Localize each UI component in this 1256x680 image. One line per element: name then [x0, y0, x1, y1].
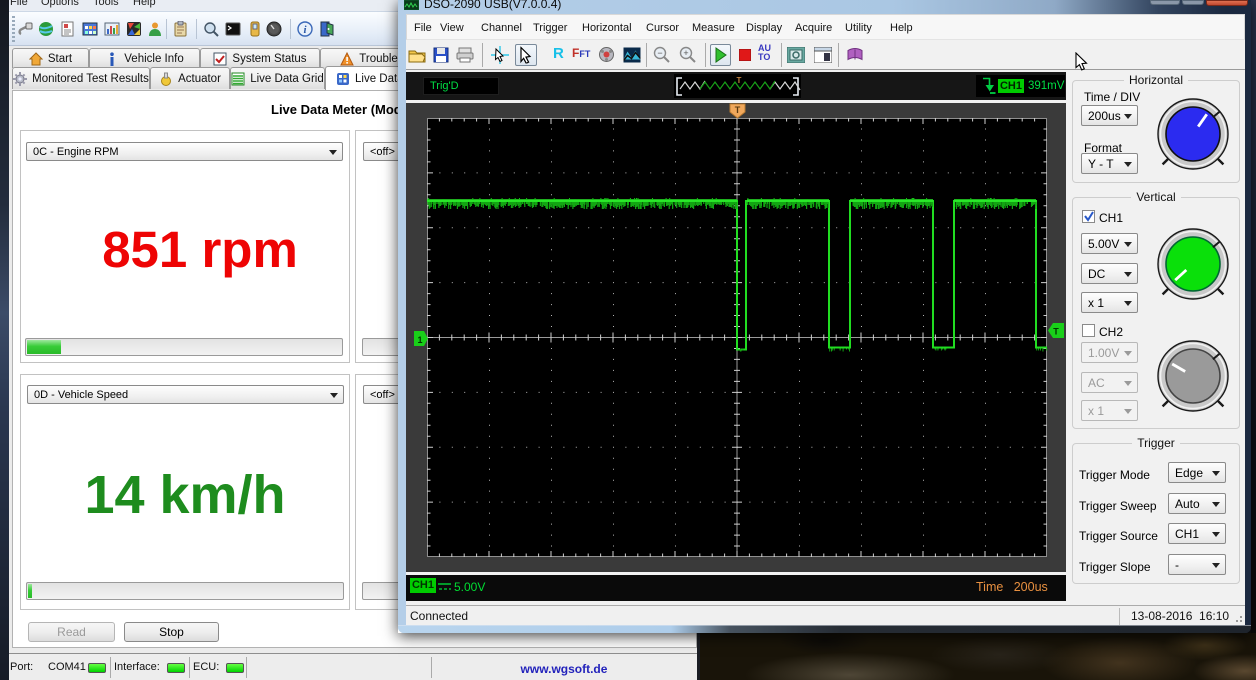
svg-text:+: + [683, 48, 688, 58]
svg-text:T: T [735, 105, 741, 115]
svg-text:T: T [737, 76, 742, 85]
svg-text:T: T [1053, 327, 1059, 337]
svg-text:1: 1 [417, 335, 422, 345]
svg-text:−: − [657, 48, 662, 58]
